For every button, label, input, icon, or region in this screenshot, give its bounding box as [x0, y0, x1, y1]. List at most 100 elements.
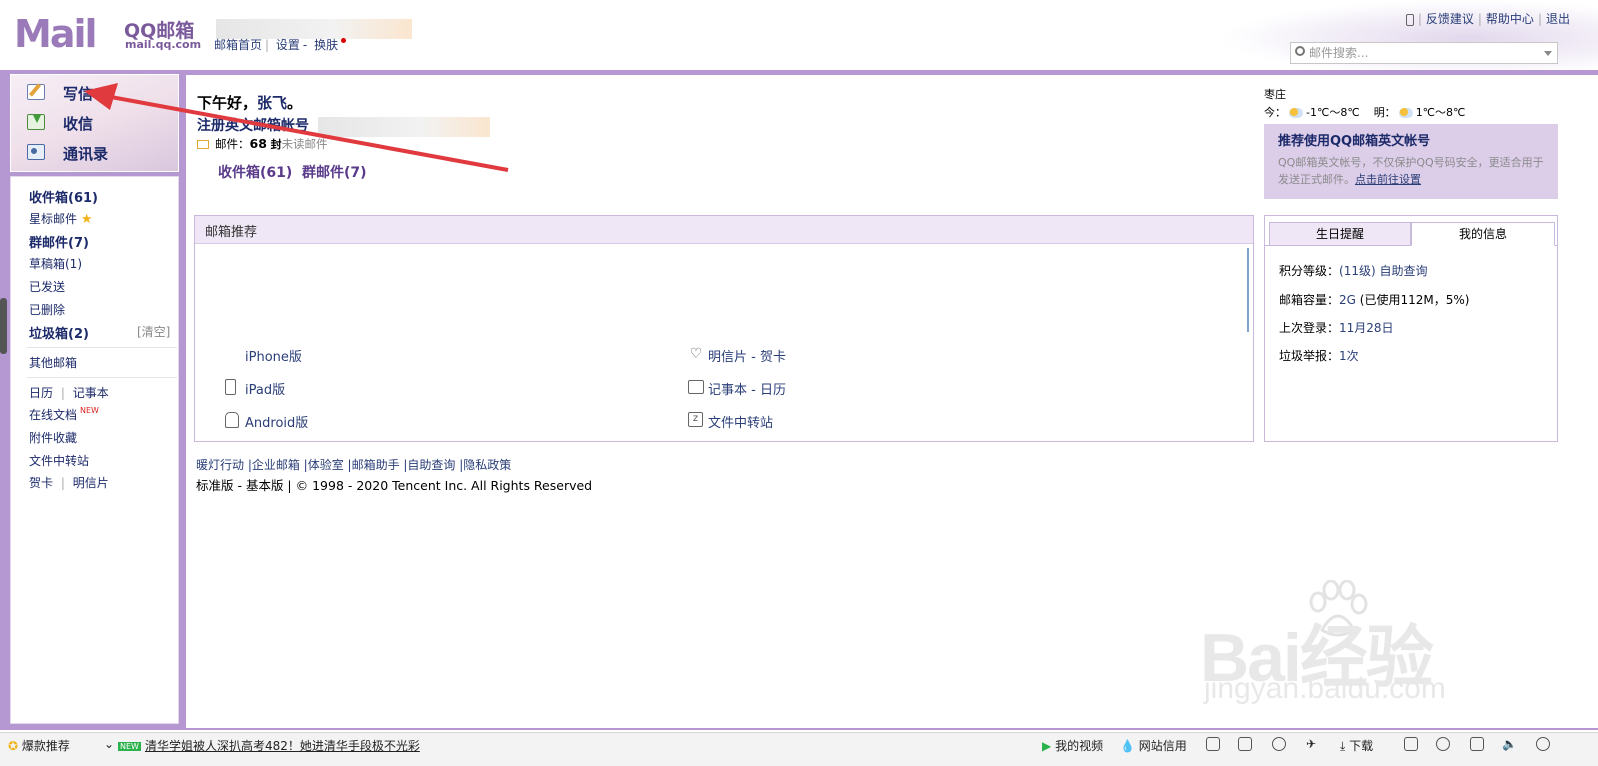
nav-skin-link[interactable]: 换肤	[314, 38, 338, 52]
online-docs-link[interactable]: 在线文档 NEW	[29, 406, 99, 423]
folder-sent[interactable]: 已发送	[29, 278, 65, 295]
compose-icon	[27, 83, 45, 100]
news-ticker[interactable]: NEW 清华学姐被人深扒高考482！她进清华手段极不光彩	[118, 737, 420, 754]
mail-logo[interactable]: Mail	[14, 14, 98, 54]
points-row: 积分等级：(11级) 自助查询	[1279, 264, 1428, 278]
english-account-promo: 推荐使用QQ邮箱英文帐号 QQ邮箱英文帐号，不仅保护QQ号码安全，更适合用于发送…	[1264, 124, 1558, 199]
android-link[interactable]: Android版	[225, 412, 308, 431]
postcard-card-link[interactable]: ♡ 明信片 - 贺卡	[690, 346, 786, 365]
inbox-count-link[interactable]: 收件箱(61)	[218, 165, 292, 181]
tab-my-info[interactable]: 我的信息	[1411, 222, 1555, 246]
tab-birthday[interactable]: 生日提醒	[1269, 222, 1411, 246]
attachments-link[interactable]: 附件收藏	[29, 429, 77, 446]
folder-drafts[interactable]: 草稿箱(1)	[29, 255, 82, 272]
file-transfer-link[interactable]: 文件中转站	[29, 452, 89, 469]
divider	[27, 377, 177, 378]
ipad-link[interactable]: iPad版	[225, 379, 285, 398]
logo-url: mail.qq.com	[125, 38, 202, 51]
calendar-notes-row: 日历 | 记事本	[29, 386, 109, 400]
feedback-link[interactable]: 反馈建议	[1426, 12, 1474, 26]
refresh-icon[interactable]	[1272, 737, 1286, 751]
help-link[interactable]: 帮助中心	[1486, 12, 1534, 26]
unread-link[interactable]: 未读邮件	[282, 137, 328, 151]
phone-icon[interactable]	[1405, 13, 1414, 26]
folder-deleted[interactable]: 已删除	[29, 301, 65, 318]
file-transfer-recommend-link[interactable]: z 文件中转站	[688, 412, 773, 431]
capacity-row: 邮箱容量：2G (已使用112M，5%)	[1279, 293, 1470, 307]
drop-icon: 💧	[1120, 739, 1135, 753]
scrollbar[interactable]	[1247, 248, 1249, 332]
baidu-watermark: Bai经验 jingyan.baidu.com	[1200, 580, 1500, 730]
weather-widget: 枣庄 今： -1℃～8℃ 明： 1℃～8℃	[1264, 88, 1466, 119]
site-credit[interactable]: 💧 网站信用	[1120, 737, 1187, 754]
folder-other[interactable]: 其他邮箱	[29, 354, 77, 371]
nav-home-link[interactable]: 邮箱首页	[214, 38, 262, 52]
rocket-icon[interactable]: ✈	[1306, 737, 1316, 751]
folder-spam[interactable]: 垃圾箱(2)	[29, 323, 89, 342]
watermark-url: jingyan.baidu.com	[1204, 672, 1446, 705]
window-icon[interactable]	[1470, 737, 1484, 751]
group-count-link[interactable]: 群邮件(7)	[302, 165, 367, 181]
user-name: 张飞	[257, 94, 288, 112]
promo-body: QQ邮箱英文帐号，不仅保护QQ号码安全，更适合用于发送正式邮件。点击前往设置	[1278, 156, 1544, 186]
folder-group[interactable]: 群邮件(7)	[29, 232, 89, 251]
apple-icon	[225, 346, 241, 362]
glasses-icon[interactable]	[1404, 737, 1418, 751]
postcard-link[interactable]: 明信片	[73, 476, 109, 490]
video-icon: ▶	[1042, 739, 1052, 753]
my-video[interactable]: ▶ 我的视频	[1042, 737, 1103, 754]
zoom-icon[interactable]	[1536, 737, 1550, 751]
chevron-down-icon[interactable]	[1544, 51, 1552, 56]
ie-icon[interactable]	[1436, 737, 1450, 751]
card-postcard-row: 贺卡 | 明信片	[29, 476, 109, 490]
promo-settings-link[interactable]: 点击前往设置	[1355, 173, 1421, 186]
partly-cloudy-icon	[1398, 108, 1413, 118]
notification-dot	[341, 38, 347, 43]
copyright: 标准版 - 基本版 | © 1998 - 2020 Tencent Inc. A…	[196, 478, 593, 493]
new-badge: NEW	[80, 406, 99, 415]
top-nav: 邮箱首页 | 设置 - 换肤	[214, 36, 349, 53]
star-icon: ★	[80, 212, 93, 227]
footer-links[interactable]: 暖灯行动 |企业邮箱 |体验室 |邮箱助手 |自助查询 |隐私政策	[196, 456, 511, 473]
mail-counts: 收件箱(61) 群邮件(7)	[218, 162, 367, 182]
self-query-link[interactable]: 自助查询	[1379, 264, 1427, 278]
folder-inbox[interactable]: 收件箱(61)	[29, 187, 98, 206]
greeting: 下午好，张飞。	[197, 94, 303, 112]
chevron-down-icon[interactable]: ⌄	[104, 737, 114, 751]
card-link[interactable]: 贺卡	[29, 476, 53, 490]
unread-summary: 邮件：68 封未读邮件	[197, 136, 328, 152]
header: Mail QQ邮箱 mail.qq.com 邮箱首页 | 设置 - 换肤 | 反馈建议…	[0, 0, 1598, 70]
shield-icon[interactable]	[1206, 737, 1220, 751]
left-scroll-handle[interactable]	[0, 298, 7, 354]
promo-title: 推荐使用QQ邮箱英文帐号	[1278, 134, 1431, 149]
last-login-row: 上次登录：11月28日	[1279, 321, 1394, 335]
search-icon	[1295, 46, 1305, 56]
top-links: | 反馈建议 | 帮助中心 | 退出	[1405, 10, 1570, 27]
divider	[27, 347, 177, 348]
logout-link[interactable]: 退出	[1546, 12, 1570, 26]
calendar-link[interactable]: 日历	[29, 386, 53, 400]
weather-city: 枣庄	[1264, 88, 1286, 101]
unread-count: 68	[249, 136, 267, 151]
search-input[interactable]: 邮件搜索...	[1290, 42, 1558, 64]
notes-calendar-link[interactable]: 记事本 - 日历	[688, 379, 786, 398]
nav-settings-link[interactable]: 设置	[276, 38, 300, 52]
recommend-panel: 邮箱推荐 iPhone版 iPad版 Android版 ♡ 明信片 - 贺卡 记事…	[194, 215, 1254, 442]
contacts-icon	[27, 144, 45, 160]
speaker-icon[interactable]: 🔈	[1502, 737, 1517, 751]
new-badge: NEW	[118, 742, 141, 751]
side-info-panel: 生日提醒 我的信息 积分等级：(11级) 自助查询 邮箱容量：2G (已使用11…	[1264, 215, 1558, 442]
browser-status-bar: ✪ 爆款推荐 ⌄ NEW 清华学姐被人深扒高考482！她进清华手段极不光彩 ▶ 我…	[0, 732, 1598, 766]
inbox-download-icon	[27, 114, 45, 130]
notes-link[interactable]: 记事本	[73, 386, 109, 400]
tomorrow-temp: 1℃～8℃	[1415, 106, 1466, 119]
iphone-link[interactable]: iPhone版	[245, 346, 302, 365]
calendar-icon	[688, 380, 704, 394]
download-button[interactable]: ⤓ 下载	[1340, 737, 1373, 754]
hot-picks[interactable]: ✪ 爆款推荐	[8, 737, 70, 754]
image-icon[interactable]	[1238, 737, 1252, 751]
register-english-account-link[interactable]: 注册英文邮箱帐号	[197, 115, 309, 135]
folder-starred[interactable]: 星标邮件 ★	[29, 210, 93, 227]
download-icon: ⤓	[1340, 739, 1346, 753]
clear-spam-link[interactable]: [清空]	[137, 323, 170, 340]
